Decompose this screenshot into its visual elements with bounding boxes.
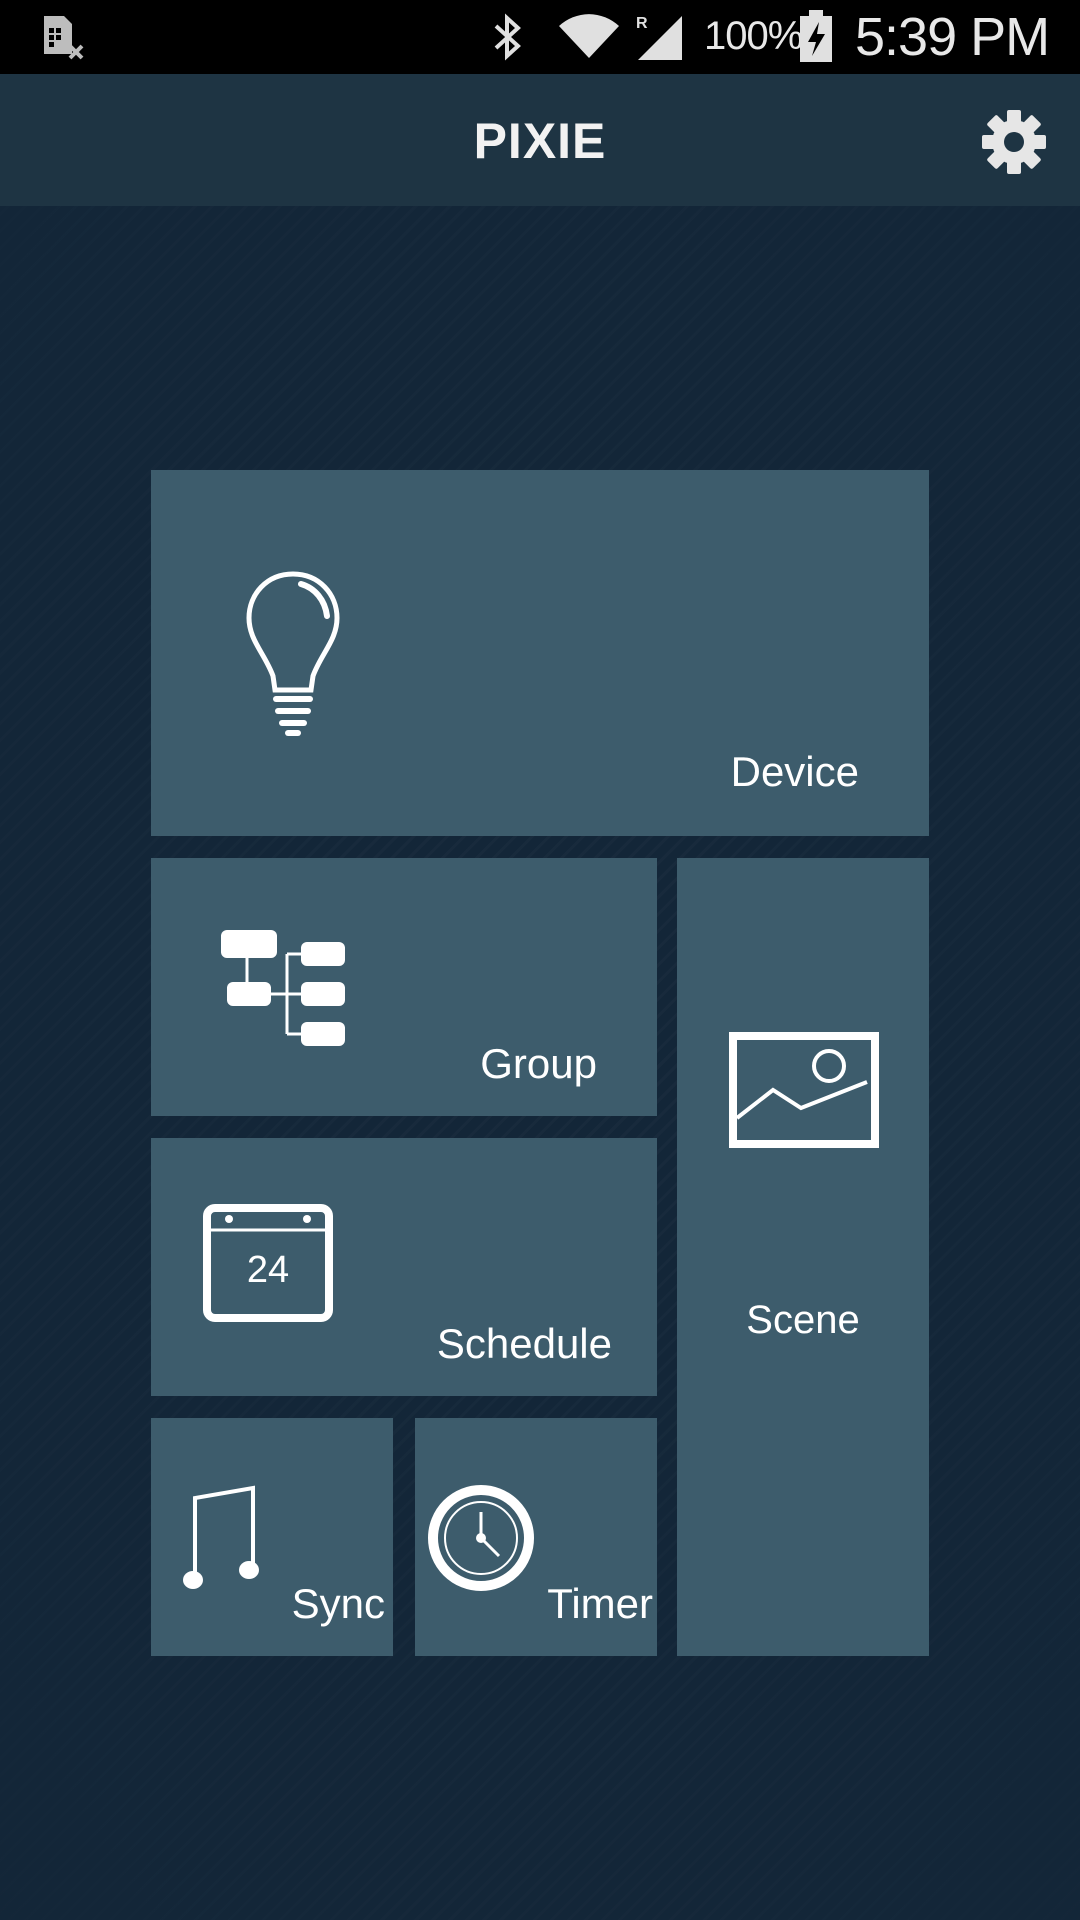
status-bar: R 100% 5:39 PM xyxy=(0,0,1080,74)
group-tile[interactable]: Group xyxy=(151,858,657,1116)
gear-icon[interactable] xyxy=(980,108,1048,176)
clock-icon xyxy=(428,1485,534,1591)
timer-label: Timer xyxy=(547,1580,653,1627)
wifi-icon xyxy=(559,14,619,58)
lightbulb-icon xyxy=(246,571,340,736)
music-note-icon xyxy=(183,1485,259,1589)
device-tile[interactable]: Device xyxy=(151,470,929,836)
battery-percentage: 100% xyxy=(704,14,803,58)
svg-text:R: R xyxy=(636,15,648,32)
device-label: Device xyxy=(730,748,859,795)
roaming-signal-icon: R xyxy=(636,15,682,60)
group-label: Group xyxy=(480,1040,597,1087)
no-sim-icon xyxy=(44,16,84,60)
status-clock: 5:39 PM xyxy=(855,7,1050,67)
scene-label: Scene xyxy=(746,1298,860,1342)
app-bar: PIXIE xyxy=(0,74,1080,206)
battery-charging-icon xyxy=(800,10,832,62)
schedule-label: Schedule xyxy=(436,1320,612,1367)
calendar-icon: 24 xyxy=(203,1204,333,1322)
timer-tile[interactable]: Timer xyxy=(415,1418,657,1656)
app-title: PIXIE xyxy=(473,113,607,169)
schedule-tile[interactable]: 24 Schedule xyxy=(151,1138,657,1396)
image-icon xyxy=(729,1032,879,1148)
hierarchy-icon xyxy=(221,930,345,1046)
scene-tile[interactable]: Scene xyxy=(677,858,929,1656)
sync-label: Sync xyxy=(291,1580,385,1627)
sync-tile[interactable]: Sync xyxy=(151,1418,393,1656)
calendar-day: 24 xyxy=(247,1249,289,1291)
bluetooth-icon xyxy=(494,13,521,61)
